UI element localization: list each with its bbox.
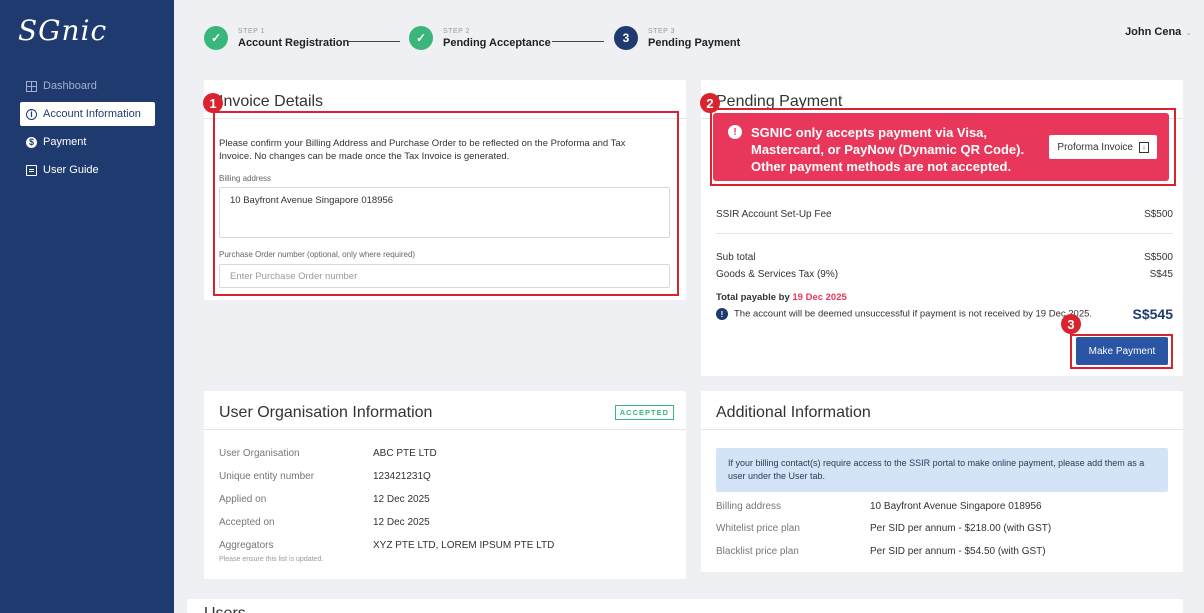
po-placeholder: Enter Purchase Order number <box>230 271 358 282</box>
check-icon: ✓ <box>409 26 433 50</box>
chevron-down-icon: ⌄ <box>1185 28 1192 37</box>
sidebar-nav: Dashboard i Account Information $ Paymen… <box>0 70 174 186</box>
step-index: 3 <box>614 26 638 50</box>
billing-contact-note: If your billing contact(s) require acces… <box>716 448 1168 492</box>
sidebar-item-label: Payment <box>43 136 87 148</box>
divider <box>701 429 1183 430</box>
org-value: 12 Dec 2025 <box>373 517 430 528</box>
pending-payment-card: Pending Payment ! SGNIC only accepts pay… <box>701 80 1183 376</box>
total-payable-label: Total payable by 19 Dec 2025 <box>716 292 847 303</box>
info-icon: i <box>26 108 37 120</box>
sidebar-item-label: Account Information <box>43 108 141 120</box>
sgnic-logo[interactable]: SGnic <box>18 14 107 47</box>
billing-address-label: Billing address <box>219 174 272 183</box>
subtotal-row: Sub total S$500 <box>716 252 1173 263</box>
stepper-bar: ✓ STEP 1 Account Registration ✓ STEP 2 P… <box>174 0 1204 64</box>
step-number: STEP 3 <box>648 27 675 35</box>
user-menu[interactable]: John Cena ⌄ <box>1125 26 1192 38</box>
card-title: Users <box>204 605 246 613</box>
user-organisation-card: User Organisation Information ACCEPTED U… <box>204 391 686 579</box>
org-key: Accepted on <box>219 517 275 528</box>
aggregator-note: Please ensure this list is updated. <box>219 556 324 563</box>
additional-key: Whitelist price plan <box>716 523 800 534</box>
sidebar-item-label: User Guide <box>43 164 99 176</box>
download-icon: ↓ <box>1139 141 1149 153</box>
po-label: Purchase Order number (optional, only wh… <box>219 250 416 259</box>
po-number-input[interactable]: Enter Purchase Order number <box>219 264 670 288</box>
additional-key: Billing address <box>716 501 782 512</box>
step-label: Pending Acceptance <box>443 36 551 49</box>
payable-label: Total payable by <box>716 292 790 303</box>
invoice-details-card: Invoice Details Please confirm your Bill… <box>204 80 686 300</box>
additional-key: Blacklist price plan <box>716 546 799 557</box>
gst-row: Goods & Services Tax (9%) S$45 <box>716 269 1173 280</box>
sidebar-item-user-guide[interactable]: User Guide <box>20 158 155 182</box>
org-key: Unique entity number <box>219 471 315 482</box>
org-value: 123421231Q <box>373 471 431 482</box>
annotation-badge-3: 3 <box>1061 314 1081 334</box>
gst-label: Goods & Services Tax (9%) <box>716 269 839 280</box>
step-number: STEP 2 <box>443 27 470 35</box>
info-icon: ! <box>716 308 728 320</box>
user-name: John Cena <box>1125 26 1182 38</box>
additional-value: Per SID per annum - $218.00 (with GST) <box>870 523 1052 534</box>
org-key: Aggregators <box>219 540 274 551</box>
additional-value: Per SID per annum - $54.50 (with GST) <box>870 546 1046 557</box>
check-icon: ✓ <box>204 26 228 50</box>
org-value: 12 Dec 2025 <box>373 494 430 505</box>
sidebar-item-dashboard[interactable]: Dashboard <box>20 74 155 98</box>
annotation-badge-2: 2 <box>700 93 720 113</box>
sidebar-item-payment[interactable]: $ Payment <box>20 130 155 154</box>
subtotal-label: Sub total <box>716 252 756 263</box>
make-payment-button[interactable]: Make Payment <box>1076 337 1168 365</box>
step-connector <box>552 41 604 42</box>
status-badge: ACCEPTED <box>614 405 674 420</box>
billing-address-field[interactable]: 10 Bayfront Avenue Singapore 018956 <box>219 187 670 238</box>
alert-icon: ! <box>728 125 742 139</box>
billing-address-value: 10 Bayfront Avenue Singapore 018956 <box>230 195 394 206</box>
annotation-badge-1: 1 <box>203 93 223 113</box>
proforma-invoice-button[interactable]: Proforma Invoice ↓ <box>1049 135 1157 159</box>
sidebar-item-account-information[interactable]: i Account Information <box>20 102 155 126</box>
sidebar: SGnic Dashboard i Account Information $ … <box>0 0 174 613</box>
payment-alert: ! SGNIC only accepts payment via Visa, M… <box>713 113 1169 181</box>
setup-fee-value: S$500 <box>1144 209 1173 220</box>
sidebar-item-label: Dashboard <box>43 80 97 92</box>
step-pending-acceptance: ✓ STEP 2 Pending Acceptance <box>409 26 551 50</box>
total-amount: S$545 <box>1132 306 1173 322</box>
setup-fee-label: SSIR Account Set-Up Fee <box>716 209 832 220</box>
additional-value: 10 Bayfront Avenue Singapore 018956 <box>870 501 1042 512</box>
dollar-icon: $ <box>26 136 37 148</box>
card-title: Additional Information <box>716 404 871 421</box>
proforma-invoice-label: Proforma Invoice <box>1057 141 1133 153</box>
payment-warning: ! The account will be deemed unsuccessful… <box>716 308 1092 320</box>
gst-value: S$45 <box>1149 269 1173 280</box>
users-card: Users <box>187 599 1183 613</box>
step-connector <box>348 41 400 42</box>
step-pending-payment: 3 STEP 3 Pending Payment <box>614 26 740 50</box>
org-key: Applied on <box>219 494 267 505</box>
org-value: ABC PTE LTD <box>373 448 437 459</box>
setup-fee-row: SSIR Account Set-Up Fee S$500 <box>716 209 1173 220</box>
step-label: Account Registration <box>238 36 350 49</box>
step-number: STEP 1 <box>238 27 265 35</box>
step-label: Pending Payment <box>648 36 741 49</box>
document-icon <box>26 164 37 176</box>
org-key: User Organisation <box>219 448 300 459</box>
divider <box>204 429 686 430</box>
divider <box>716 233 1173 234</box>
subtotal-value: S$500 <box>1144 252 1173 263</box>
step-account-registration: ✓ STEP 1 Account Registration <box>204 26 349 50</box>
additional-information-card: Additional Information If your billing c… <box>701 391 1183 572</box>
org-value: XYZ PTE LTD, LOREM IPSUM PTE LTD <box>373 540 555 551</box>
card-title: Invoice Details <box>219 93 324 110</box>
grid-icon <box>26 80 37 92</box>
card-title: User Organisation Information <box>219 404 433 421</box>
invoice-description: Please confirm your Billing Address and … <box>219 138 626 162</box>
payment-warning-text: The account will be deemed unsuccessful … <box>734 308 1093 320</box>
alert-text: SGNIC only accepts payment via Visa, Mas… <box>751 125 1025 174</box>
payable-date: 19 Dec 2025 <box>792 292 847 303</box>
